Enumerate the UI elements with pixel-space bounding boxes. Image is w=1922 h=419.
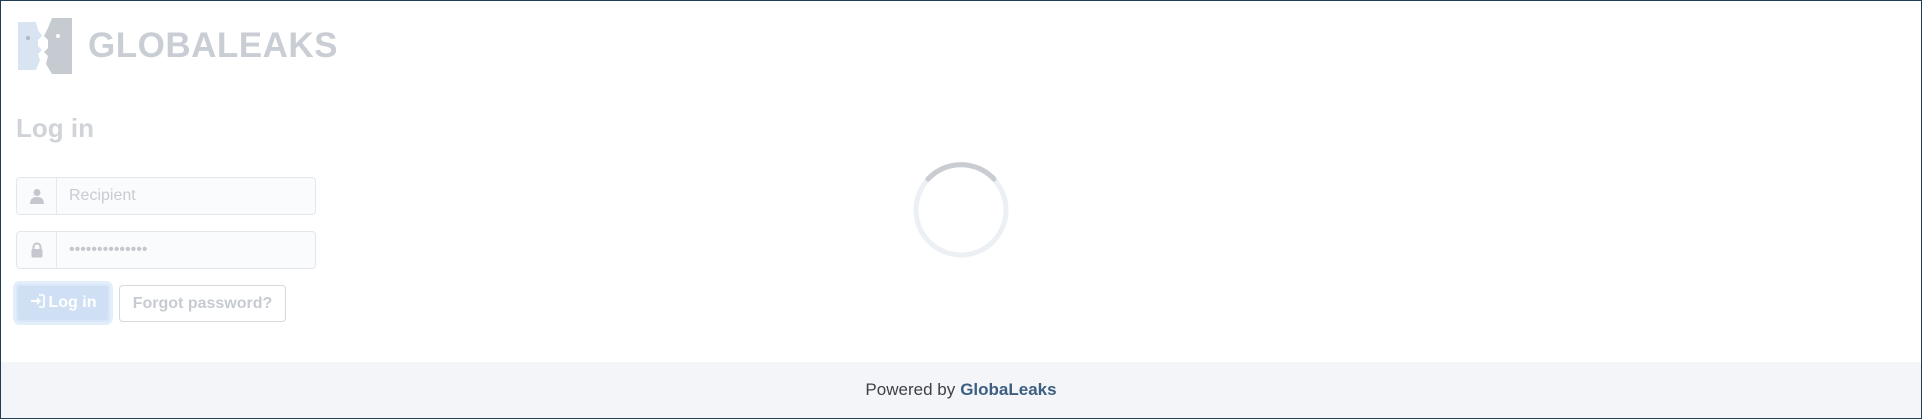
password-input[interactable] <box>57 232 315 268</box>
footer-prefix: Powered by <box>865 380 956 399</box>
login-button[interactable]: Log in <box>16 284 110 322</box>
lock-icon <box>17 232 57 268</box>
username-input[interactable] <box>57 178 315 214</box>
logo-text: GLOBALEAKS <box>88 25 338 65</box>
forgot-password-button[interactable]: Forgot password? <box>119 285 286 322</box>
username-field <box>16 177 316 215</box>
login-button-label: Log in <box>48 294 97 311</box>
forgot-password-label: Forgot password? <box>132 294 273 312</box>
globaleaks-faces-logo-icon <box>18 18 72 74</box>
logo[interactable]: GLOBALEAKS <box>16 16 338 74</box>
loading-spinner-icon <box>913 162 1009 258</box>
page-title: Log in <box>16 113 94 143</box>
sign-in-icon <box>30 293 45 313</box>
password-field <box>16 231 316 269</box>
user-icon <box>17 178 57 214</box>
footer-brand-link[interactable]: GlobaLeaks <box>960 380 1056 400</box>
footer: Powered by GlobaLeaks <box>1 362 1921 418</box>
